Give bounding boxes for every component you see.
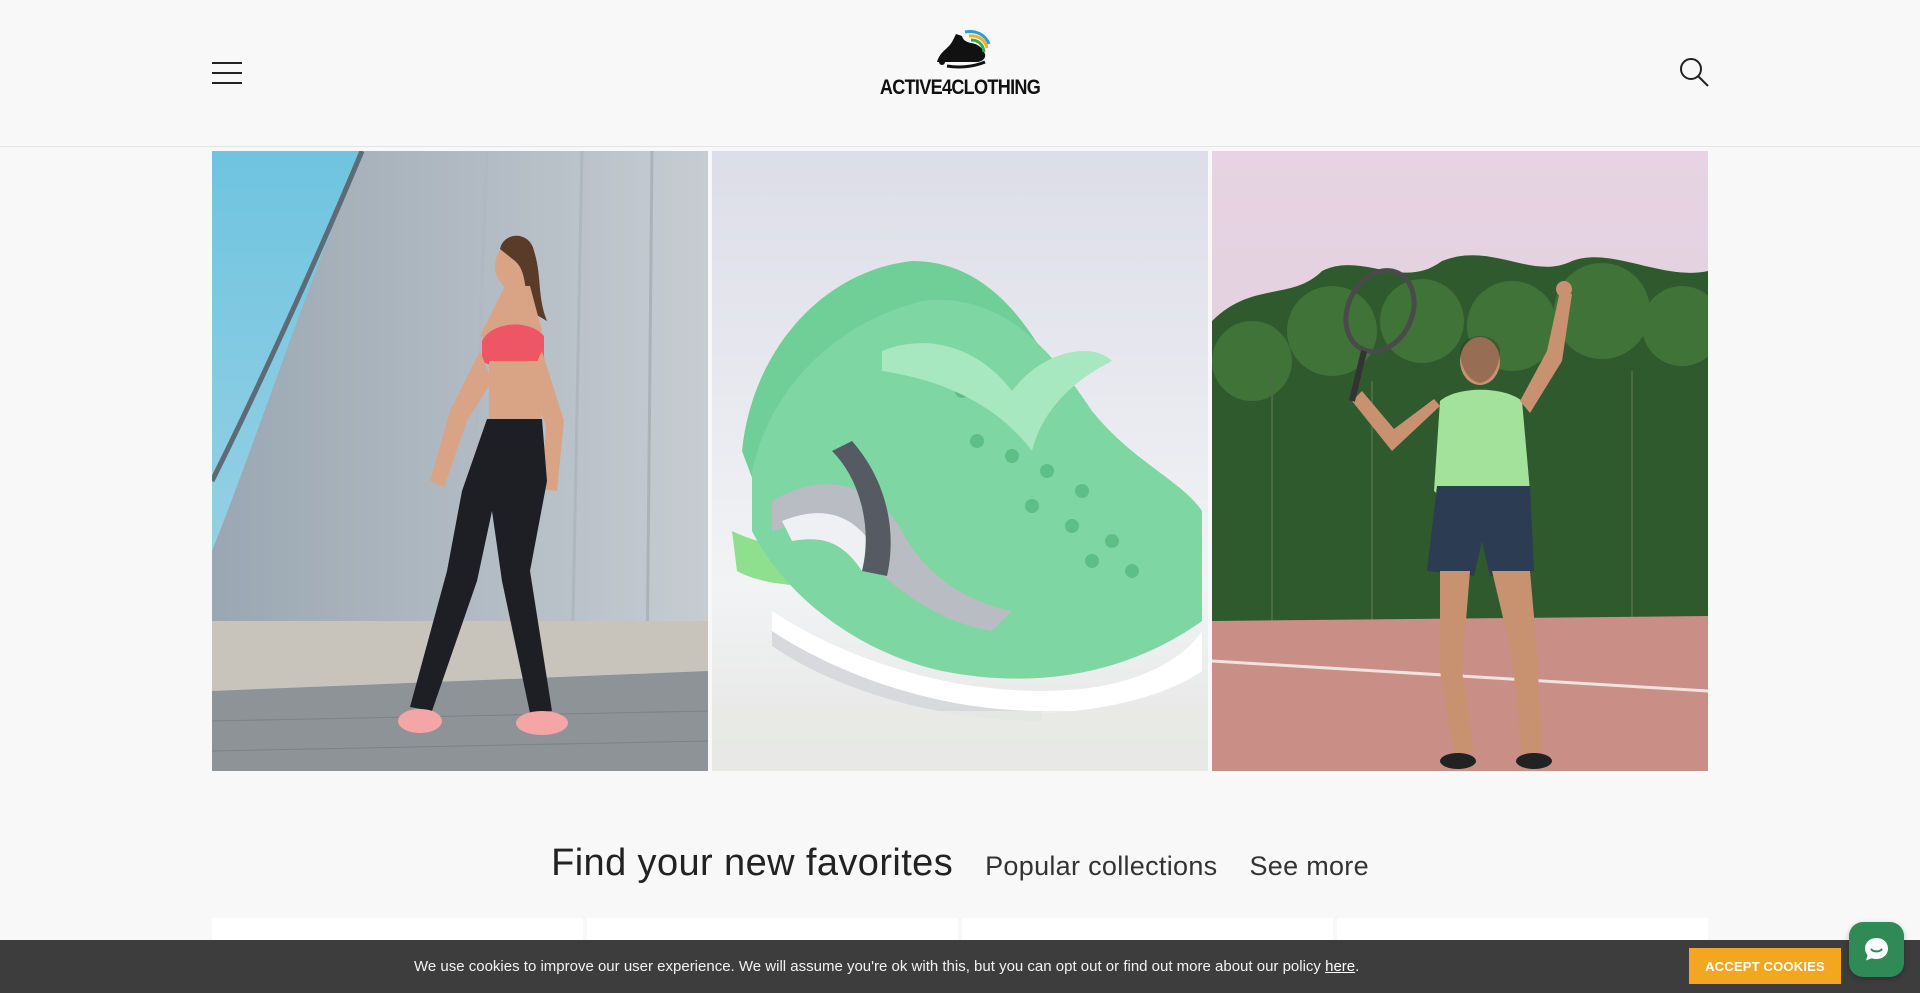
chat-bubble-icon [1865,938,1888,961]
tennis-player-photo [1212,151,1708,771]
cookie-message-text: We use cookies to improve our user exper… [414,958,1326,975]
popular-collections-link[interactable]: Popular collections [985,851,1217,882]
gallery-tile-sneaker[interactable] [712,151,1208,771]
site-header: ACTIVE4CLOTHING [0,0,1920,147]
logo-text: ACTIVE4CLOTHING [879,76,1041,99]
chat-widget-button[interactable] [1849,922,1904,977]
hero-gallery [212,151,1708,771]
woman-runner-photo [212,151,708,771]
cookie-banner: We use cookies to improve our user exper… [0,940,1920,993]
sneaker-photo [712,151,1208,771]
section-heading: Find your new favorites [551,842,954,884]
running-shoe-logo-icon [937,30,991,69]
accept-cookies-button[interactable]: ACCEPT COOKIES [1689,948,1841,984]
cookie-message: We use cookies to improve our user exper… [414,958,1359,975]
see-more-link[interactable]: See more [1249,851,1368,882]
cookie-policy-link[interactable]: here [1325,958,1355,975]
hamburger-menu-icon[interactable] [212,62,242,86]
search-icon[interactable] [1678,56,1710,88]
gallery-tile-tennis-player[interactable] [1212,151,1708,771]
favorites-heading-row: Find your new favorites Popular collecti… [0,842,1920,885]
gallery-tile-woman-runner[interactable] [212,151,708,771]
cookie-message-period: . [1355,958,1360,975]
site-logo[interactable]: ACTIVE4CLOTHING [860,26,1060,100]
